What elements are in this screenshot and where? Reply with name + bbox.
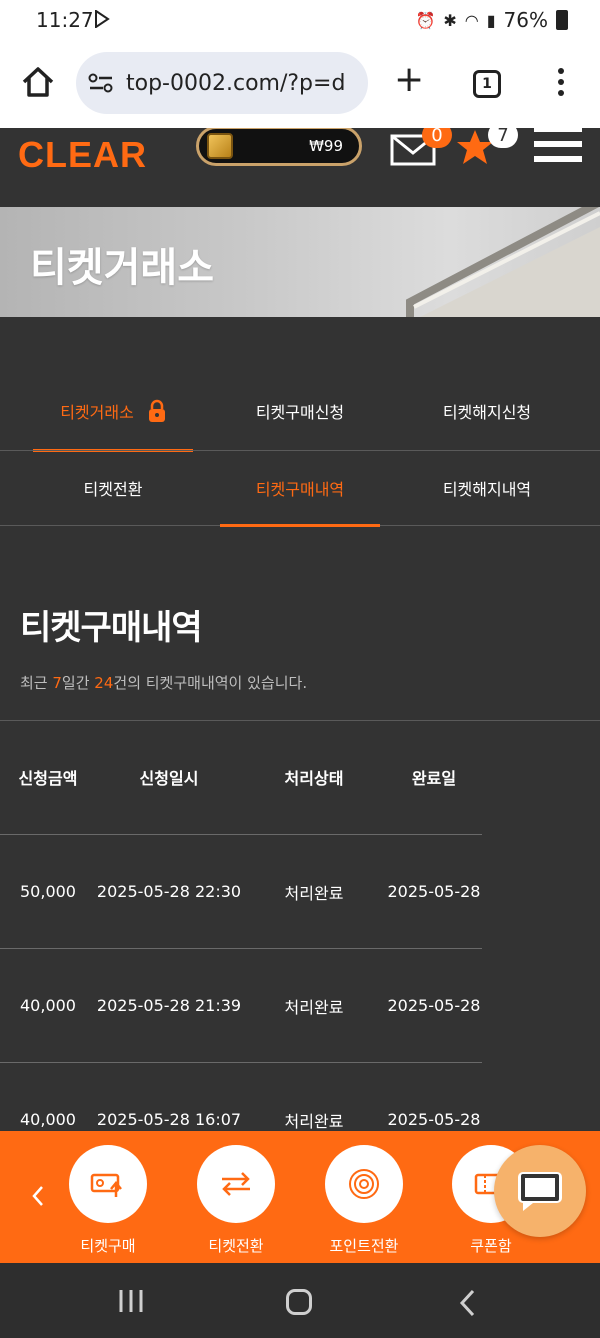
site-header: CLEAR ₩99 0 7 (0, 128, 600, 206)
home-button-icon[interactable] (286, 1289, 312, 1315)
status-bar: 11:27 ⏰ ✱ ◠ ▮ 76% (0, 0, 600, 40)
hamburger-menu-icon[interactable] (534, 128, 582, 171)
swap-icon (197, 1145, 275, 1223)
back-icon[interactable] (458, 1289, 476, 1317)
new-tab-button[interactable]: + (394, 62, 424, 98)
tab-ticket-purchase-history[interactable]: 티켓구매내역 (220, 451, 380, 527)
wifi-icon: ◠ (464, 10, 479, 30)
wallet-balance[interactable]: ₩99 (196, 128, 362, 166)
tab-ticket-exchange[interactable]: 티켓거래소 (33, 372, 193, 452)
quick-menu: 티켓구매 티켓전환 포인트전환 쿠폰함 (0, 1131, 600, 1263)
tab-switcher-button[interactable]: 1 (473, 70, 501, 98)
battery-percent: 76% (503, 8, 548, 32)
quick-point-conversion[interactable]: 포인트전환 (325, 1145, 403, 1256)
home-icon[interactable] (20, 64, 56, 100)
quick-label: 티켓구매 (80, 1237, 136, 1255)
section-title: 티켓구매내역 (20, 608, 203, 648)
url-bar[interactable]: top-0002.com/?p=d (76, 52, 368, 114)
quick-label: 티켓전환 (208, 1237, 264, 1255)
status-cell: 처리완료 (284, 997, 344, 1017)
tab-label: 티켓거래소 (60, 403, 134, 422)
page-title: 티켓거래소 (30, 245, 214, 291)
column-header: 처리상태 (284, 769, 344, 788)
page-banner: 티켓거래소 (0, 207, 600, 317)
tab-ticket-cancel-request[interactable]: 티켓해지신청 (407, 372, 567, 450)
tab-bar-secondary: 티켓전환 티켓구매내역 티켓해지내역 (0, 450, 600, 527)
system-navigation-bar (0, 1263, 600, 1338)
column-header: 신청일시 (139, 769, 199, 788)
request-date-cell: 2025-05-28 22:30 (96, 882, 242, 901)
column-header: 신청금액 (18, 769, 78, 788)
column-header: 완료일 (411, 769, 457, 788)
quick-ticket-conversion[interactable]: 티켓전환 (197, 1145, 275, 1256)
roof-decoration (406, 207, 600, 317)
signal-icon: ▮ (486, 10, 496, 30)
table-header: 신청금액 신청일시 처리상태 완료일 (0, 720, 482, 835)
play-store-icon (95, 10, 110, 28)
purchase-history-table: 신청금액 신청일시 처리상태 완료일 50,000 2025-05-28 22:… (0, 720, 482, 1177)
quick-label: 포인트전환 (329, 1237, 399, 1255)
more-menu-icon[interactable] (558, 68, 566, 101)
star-badge: 7 (488, 128, 518, 148)
site-settings-icon[interactable] (88, 72, 114, 94)
chevron-left-icon[interactable] (28, 1181, 46, 1211)
amount-cell: 50,000 (20, 882, 76, 901)
request-date-cell: 2025-05-28 21:39 (96, 996, 242, 1015)
alarm-icon: ⏰ (415, 10, 436, 30)
chat-button[interactable] (494, 1145, 586, 1237)
amount-cell: 40,000 (20, 996, 76, 1015)
tab-ticket-conversion[interactable]: 티켓전환 (33, 451, 193, 525)
status-cell: 처리완료 (284, 883, 344, 903)
coins-icon (325, 1145, 403, 1223)
record-count: 24 (94, 674, 114, 692)
browser-toolbar: top-0002.com/?p=d + 1 (0, 40, 600, 128)
status-time: 11:27 (36, 8, 94, 32)
coin-icon (207, 133, 233, 159)
status-icons: ⏰ ✱ ◠ ▮ 76% (415, 8, 568, 32)
ticket-purchase-icon (69, 1145, 147, 1223)
battery-icon (556, 10, 568, 30)
completion-date-cell: 2025-05-28 (387, 996, 481, 1015)
quick-ticket-purchase[interactable]: 티켓구매 (69, 1145, 147, 1256)
tab-ticket-purchase-request[interactable]: 티켓구매신청 (220, 372, 380, 450)
tab-bar-primary: 티켓거래소 티켓구매신청 티켓해지신청 (0, 372, 600, 452)
section-description: 최근 7일간 24건의 티켓구매내역이 있습니다. (20, 674, 308, 692)
lock-icon (148, 399, 165, 422)
quick-label: 쿠폰함 (470, 1237, 512, 1255)
bluetooth-icon: ✱ (443, 10, 457, 30)
days-count: 7 (52, 674, 62, 692)
url-text[interactable]: top-0002.com/?p=d (126, 71, 345, 96)
table-row: 50,000 2025-05-28 22:30 처리완료 2025-05-28 (0, 835, 482, 949)
recent-apps-icon[interactable] (118, 1289, 144, 1313)
table-row: 40,000 2025-05-28 21:39 처리완료 2025-05-28 (0, 949, 482, 1063)
wallet-amount: ₩99 (309, 137, 343, 155)
site-logo[interactable]: CLEAR (18, 134, 147, 176)
tab-ticket-cancel-history[interactable]: 티켓해지내역 (407, 451, 567, 525)
chat-bubble-icon (518, 1172, 562, 1211)
completion-date-cell: 2025-05-28 (387, 882, 481, 901)
mail-badge: 0 (422, 128, 452, 148)
